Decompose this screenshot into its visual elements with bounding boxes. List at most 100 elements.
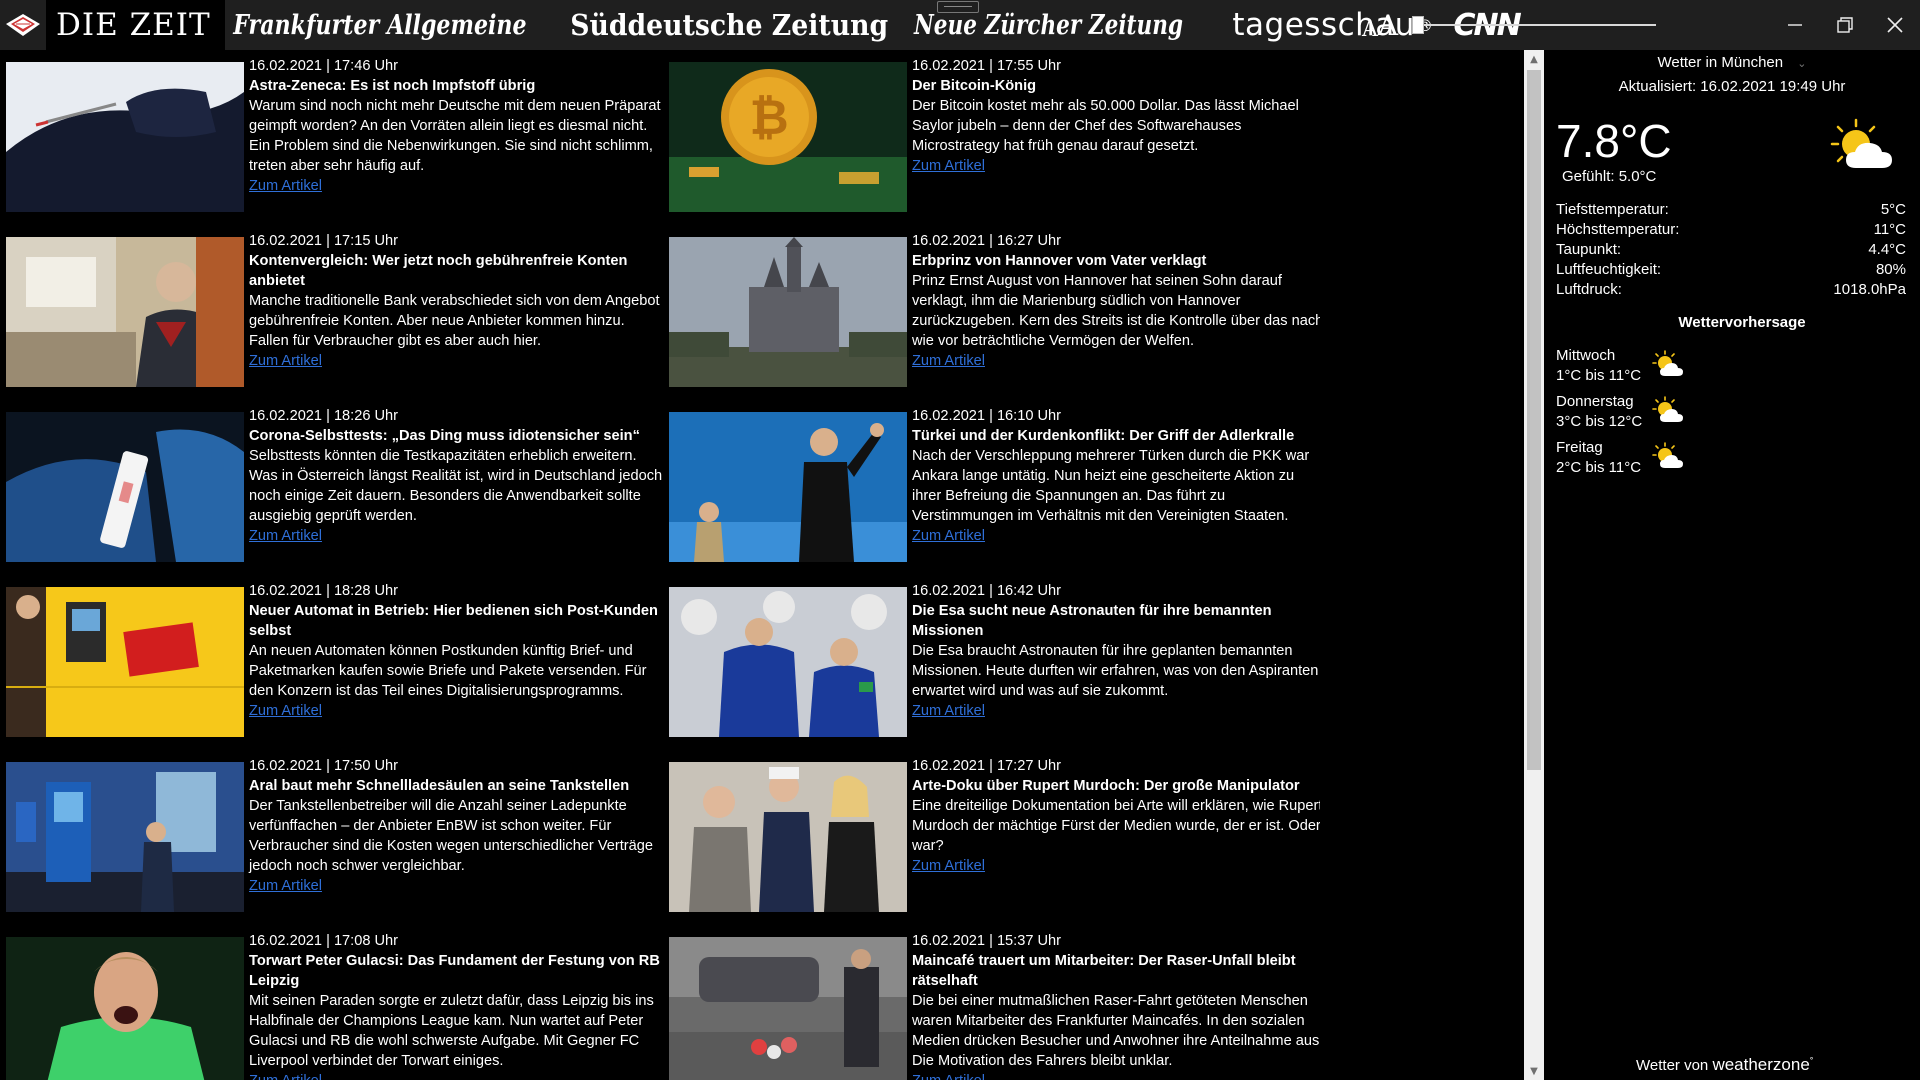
article-headline: Die Esa sucht neue Astronauten für ihre … <box>912 603 1272 639</box>
article-image[interactable] <box>6 937 244 1080</box>
article-card: ₿ 16.02.2021 | 17:55 Uhr Der Bitcoin-Kön… <box>663 50 1320 225</box>
stat-label: Luftdruck: <box>1556 281 1622 298</box>
partly-sunny-icon <box>1652 442 1683 468</box>
article-date: 16.02.2021 | 17:50 Uhr <box>249 758 399 774</box>
article-headline: Astra-Zeneca: Es ist noch Impfstoff übri… <box>249 78 536 94</box>
article-image[interactable] <box>6 762 244 912</box>
article-description: Der Bitcoin kostet mehr als 50.000 Dolla… <box>912 98 1299 154</box>
article-image[interactable] <box>6 237 244 387</box>
close-icon <box>1887 17 1903 33</box>
article-image[interactable] <box>6 412 244 562</box>
chevron-down-icon[interactable]: ⌄ <box>1797 58 1806 70</box>
article-headline: Maincafé trauert um Mitarbeiter: Der Ras… <box>912 953 1296 989</box>
scrollbar-thumb[interactable] <box>1527 70 1541 770</box>
article-link[interactable]: Zum Artikel <box>912 351 1320 371</box>
font-size-slider[interactable] <box>1412 14 1656 36</box>
article-headline: Arte-Doku über Rupert Murdoch: Der große… <box>912 778 1300 794</box>
weather-stats: Tiefsttemperatur: 5°C Höchsttemperatur: … <box>1556 200 1906 300</box>
weather-location[interactable]: Wetter in München ⌄ <box>1544 54 1920 71</box>
tab-die-zeit[interactable]: DIE ZEIT <box>46 0 225 50</box>
tab-sueddeutsche-zeitung[interactable]: Süddeutsche Zeitung <box>561 0 897 50</box>
article-date: 16.02.2021 | 18:28 Uhr <box>249 583 399 599</box>
article-image[interactable] <box>669 412 907 562</box>
article-link[interactable]: Zum Artikel <box>912 156 1320 176</box>
article-description: Der Tankstellenbetreiber will die Anzahl… <box>249 798 654 874</box>
minimize-button[interactable] <box>1772 0 1818 50</box>
article-card: 16.02.2021 | 17:27 Uhr Arte-Doku über Ru… <box>663 750 1320 925</box>
article-date: 16.02.2021 | 18:26 Uhr <box>249 408 399 424</box>
close-button[interactable] <box>1872 0 1918 50</box>
article-headline: Kontenvergleich: Wer jetzt noch gebühren… <box>249 253 628 289</box>
minimize-icon <box>1788 24 1802 26</box>
restore-button[interactable] <box>1822 0 1868 50</box>
article-card: 16.02.2021 | 17:46 Uhr Astra-Zeneca: Es … <box>0 50 661 225</box>
article-link[interactable]: Zum Artikel <box>912 856 1320 876</box>
stat-label: Luftfeuchtigkeit: <box>1556 261 1662 278</box>
article-link[interactable]: Zum Artikel <box>249 876 664 896</box>
article-link[interactable]: Zum Artikel <box>249 1071 664 1080</box>
svg-text:₿: ₿ <box>749 90 788 146</box>
article-description: Die Esa braucht Astronauten für ihre gep… <box>912 643 1319 699</box>
scroll-down-arrow-icon[interactable]: ▼ <box>1524 1062 1544 1080</box>
weather-attribution-prefix: Wetter von <box>1636 1057 1709 1074</box>
partly-sunny-icon <box>1652 396 1683 422</box>
slider-track <box>1412 24 1656 26</box>
article-headline: Türkei und der Kurdenkonflikt: Der Griff… <box>912 428 1295 444</box>
vertical-scrollbar[interactable]: ▲ ▼ <box>1524 50 1544 1080</box>
news-list: 16.02.2021 | 17:46 Uhr Astra-Zeneca: Es … <box>0 50 1320 1080</box>
weather-attribution[interactable]: Wetter von weatherzone° <box>1636 1055 1813 1075</box>
current-temperature: 7.8°C <box>1556 115 1672 167</box>
article-card: 16.02.2021 | 16:27 Uhr Erbprinz von Hann… <box>663 225 1320 400</box>
forecast-title: Wettervorhersage <box>1678 314 1806 331</box>
article-image[interactable]: ₿ <box>669 62 907 212</box>
article-date: 16.02.2021 | 17:46 Uhr <box>249 58 399 74</box>
article-image[interactable] <box>6 587 244 737</box>
article-link[interactable]: Zum Artikel <box>249 351 664 371</box>
article-date: 16.02.2021 | 17:15 Uhr <box>249 233 399 249</box>
article-card: 16.02.2021 | 16:42 Uhr Die Esa sucht neu… <box>663 575 1320 750</box>
article-image[interactable] <box>669 762 907 912</box>
stat-value: 4.4°C <box>1868 241 1906 258</box>
stat-label: Höchsttemperatur: <box>1556 221 1680 238</box>
tab-tagesschau[interactable]: tagesschau ® <box>1222 0 1443 50</box>
article-date: 16.02.2021 | 15:37 Uhr <box>912 933 1062 949</box>
weather-stat-row: Luftfeuchtigkeit: 80% <box>1556 260 1906 280</box>
forecast-day: Donnerstag 3°C bis 12°C <box>1556 392 1756 438</box>
slider-thumb[interactable] <box>1412 16 1424 34</box>
article-link[interactable]: Zum Artikel <box>912 1071 1320 1080</box>
stat-value: 5°C <box>1880 201 1906 218</box>
tab-frankfurter-allgemeine[interactable]: Frankfurter Allgemeine <box>225 0 535 50</box>
scroll-up-arrow-icon[interactable]: ▲ <box>1524 50 1544 68</box>
weatherzone-brand-text: weatherzone <box>1712 1055 1810 1074</box>
drag-handle[interactable] <box>937 1 979 13</box>
article-card: 16.02.2021 | 17:50 Uhr Aral baut mehr Sc… <box>0 750 660 925</box>
article-image[interactable] <box>6 62 244 212</box>
article-link[interactable]: Zum Artikel <box>249 701 664 721</box>
article-description: Warum sind noch nicht mehr Deutsche mit … <box>249 98 661 174</box>
weather-location-prefix: Wetter in <box>1657 54 1718 71</box>
article-description: Nach der Verschleppung mehrerer Türken d… <box>912 448 1310 524</box>
article-link[interactable]: Zum Artikel <box>249 176 664 196</box>
stat-value: 80% <box>1875 261 1906 278</box>
article-image[interactable] <box>669 587 907 737</box>
weather-stat-row: Höchsttemperatur: 11°C <box>1556 220 1906 240</box>
article-description: Die bei einer mutmaßlichen Raser-Fahrt g… <box>912 993 1320 1069</box>
article-headline: Erbprinz von Hannover vom Vater verklagt <box>912 253 1207 269</box>
article-description: An neuen Automaten können Postkunden kün… <box>249 643 647 699</box>
article-headline: Torwart Peter Gulacsi: Das Fundament der… <box>249 953 660 989</box>
article-link[interactable]: Zum Artikel <box>912 526 1320 546</box>
article-description: Mit seinen Paraden sorgte er zuletzt daf… <box>249 993 654 1069</box>
font-size-small-label: A <box>1362 17 1378 42</box>
weather-stat-row: Luftdruck: 1018.0hPa <box>1556 280 1906 300</box>
font-size-large-label: A <box>1377 9 1399 42</box>
article-card: 16.02.2021 | 17:08 Uhr Torwart Peter Gul… <box>0 925 660 1080</box>
article-image[interactable] <box>669 237 907 387</box>
stat-label: Taupunkt: <box>1556 241 1622 258</box>
stat-value: 11°C <box>1873 221 1906 238</box>
article-image[interactable] <box>669 937 907 1080</box>
article-link[interactable]: Zum Artikel <box>249 526 664 546</box>
article-link[interactable]: Zum Artikel <box>912 701 1320 721</box>
article-description: Prinz Ernst August von Hannover hat sein… <box>912 273 1320 349</box>
article-card: 16.02.2021 | 18:26 Uhr Corona-Selbsttest… <box>0 400 662 575</box>
partly-sunny-icon <box>1830 118 1892 168</box>
